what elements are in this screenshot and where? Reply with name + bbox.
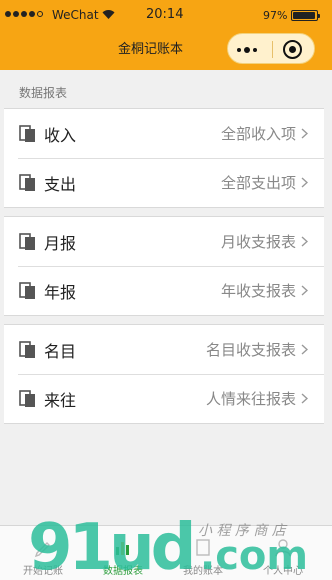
carrier-name: WeChat: [52, 8, 99, 22]
row-value: 全部收入项: [220, 125, 296, 143]
report-row-expense[interactable]: 支出 全部支出项: [4, 158, 324, 207]
signal-strength-icon: [5, 11, 43, 17]
report-group-3: 名目 名目收支报表 来往 人情来往报表: [4, 324, 324, 424]
miniprogram-capsule: [227, 33, 315, 64]
more-options-icon[interactable]: [237, 47, 257, 53]
tab-my-ledgers[interactable]: 我的账本: [170, 526, 236, 580]
row-value: 年收支报表: [220, 282, 296, 300]
bar-chart-icon: [116, 542, 129, 555]
tab-label: 我的账本: [183, 566, 223, 577]
row-label: 来往: [44, 391, 77, 410]
document-icon: [19, 174, 35, 191]
section-title: 数据报表: [19, 86, 68, 100]
document-icon: [19, 282, 35, 299]
book-icon: [196, 539, 210, 556]
report-row-income[interactable]: 收入 全部收入项: [4, 109, 324, 158]
chevron-right-icon: [301, 128, 308, 139]
row-value: 人情来往报表: [205, 390, 296, 408]
row-value: 月收支报表: [220, 233, 296, 251]
row-label: 支出: [44, 175, 77, 194]
document-icon: [19, 233, 35, 250]
tab-label: 个人中心: [263, 566, 303, 577]
tab-label: 开始记账: [23, 566, 63, 577]
row-label: 名目: [44, 342, 77, 361]
tab-bar: 开始记账 数据报表 我的账本 个人中心: [0, 525, 332, 580]
document-icon: [19, 341, 35, 358]
chevron-right-icon: [301, 236, 308, 247]
chevron-right-icon: [301, 177, 308, 188]
status-time: 20:14: [146, 7, 184, 22]
row-label: 年报: [44, 283, 77, 302]
section-header: 数据报表: [0, 70, 332, 108]
row-value: 全部支出项: [220, 174, 296, 192]
tab-start-bookkeeping[interactable]: 开始记账: [10, 526, 76, 580]
report-row-yearly[interactable]: 年报 年收支报表: [4, 266, 324, 315]
tab-data-reports[interactable]: 数据报表: [90, 526, 156, 580]
report-row-monthly[interactable]: 月报 月收支报表: [4, 217, 324, 266]
chevron-right-icon: [301, 393, 308, 404]
user-icon: [275, 539, 291, 557]
battery-icon: [291, 10, 320, 21]
pencil-icon: [34, 542, 50, 558]
chevron-right-icon: [301, 285, 308, 296]
wifi-icon: [102, 10, 115, 19]
document-icon: [19, 390, 35, 407]
capsule-divider: [272, 41, 273, 58]
row-value: 名目收支报表: [205, 341, 296, 359]
row-label: 月报: [44, 234, 77, 253]
top-bar: WeChat 20:14 97% 金桐记账本: [0, 0, 332, 70]
status-bar: WeChat 20:14 97%: [0, 0, 332, 32]
page-title: 金桐记账本: [118, 42, 184, 57]
report-group-1: 收入 全部收入项 支出 全部支出项: [4, 108, 324, 208]
chevron-right-icon: [301, 344, 308, 355]
report-row-category[interactable]: 名目 名目收支报表: [4, 325, 324, 374]
document-icon: [19, 125, 35, 142]
report-row-social[interactable]: 来往 人情来往报表: [4, 374, 324, 423]
battery-percentage: 97%: [263, 9, 288, 22]
close-miniprogram-icon[interactable]: [283, 40, 302, 59]
tab-label: 数据报表: [103, 566, 143, 577]
row-label: 收入: [44, 126, 77, 145]
report-group-2: 月报 月收支报表 年报 年收支报表: [4, 216, 324, 316]
tab-profile[interactable]: 个人中心: [250, 526, 316, 580]
